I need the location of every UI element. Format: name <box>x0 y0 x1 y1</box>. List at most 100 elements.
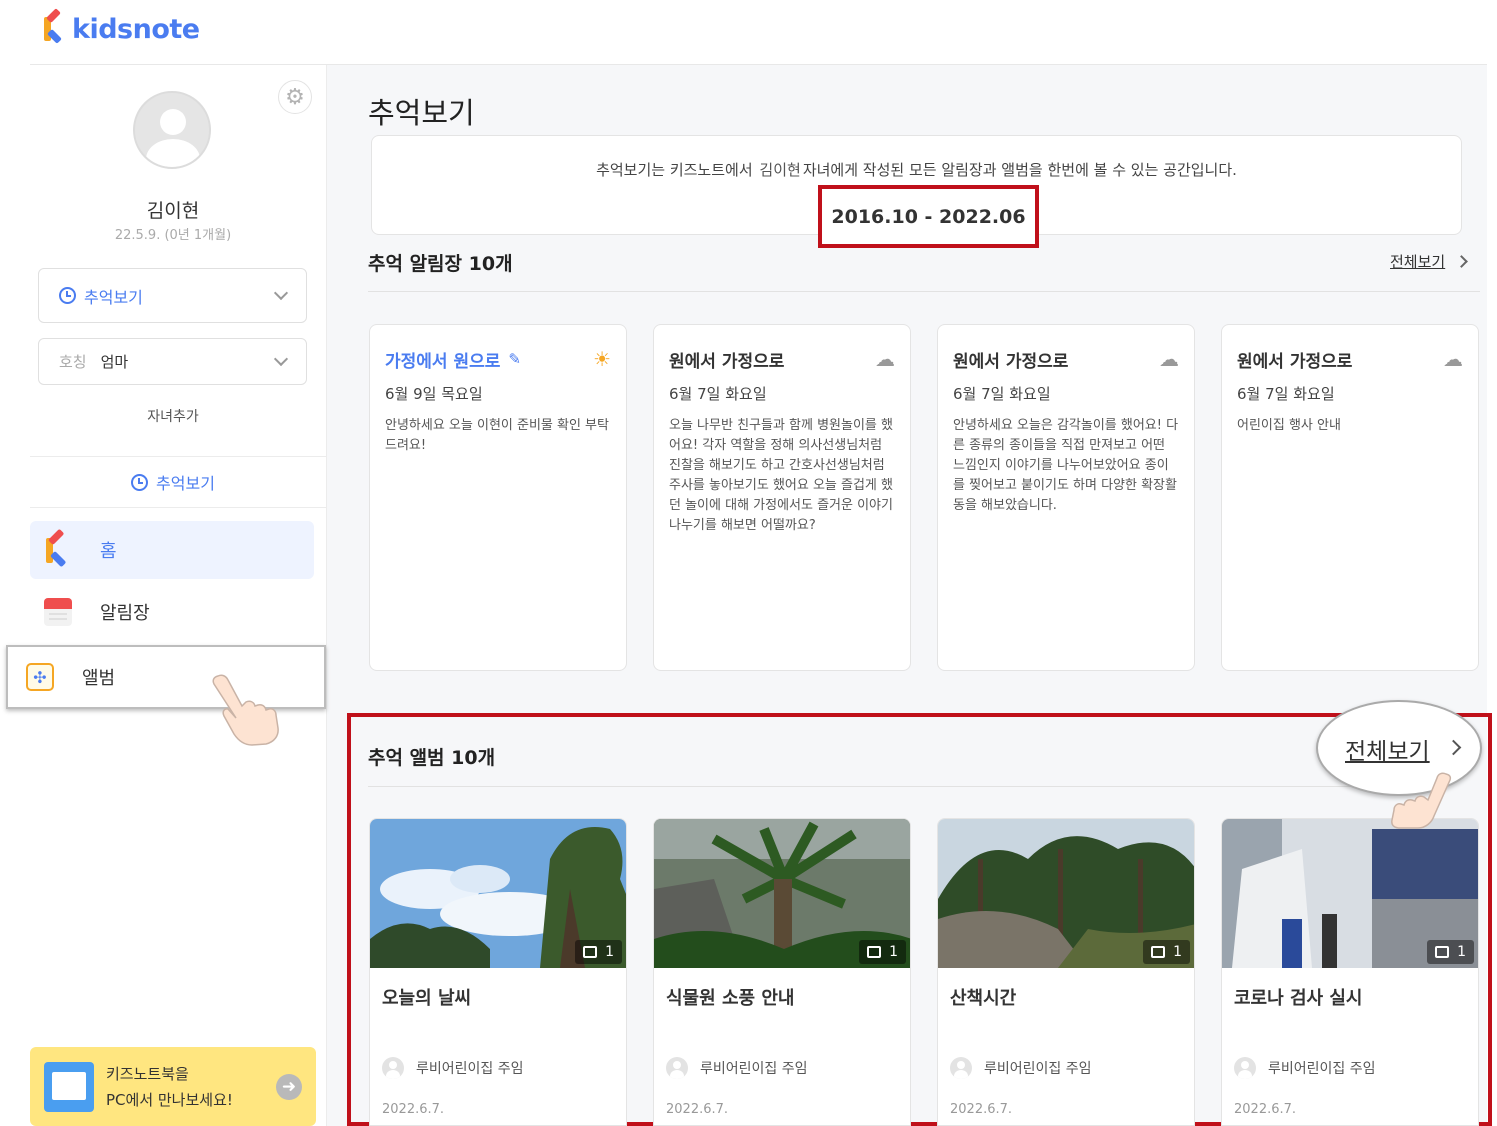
page-title: 추억보기 <box>368 96 475 130</box>
banner-line-1: 키즈노트북을 <box>106 1064 189 1083</box>
intro-child-name: 김이현 <box>759 161 801 179</box>
arrow-right-icon: ➜ <box>276 1074 302 1100</box>
album-card[interactable]: 1 식물원 소풍 안내 루비어린이집 주임 2022.6.7. <box>653 818 911 1126</box>
album-pinwheel-icon: ✣ <box>26 663 54 691</box>
notice-date: 6월 7일 화요일 <box>1237 385 1335 403</box>
notice-body: 안녕하세요 오늘은 감각놀이를 했어요! 다른 종류의 종이들을 직접 만져보고… <box>953 418 1179 513</box>
notice-date: 6월 9일 목요일 <box>385 385 483 403</box>
sun-icon: ☀ <box>593 347 611 371</box>
photo-count: 1 <box>889 944 898 960</box>
sidebar-item-notice[interactable]: 알림장 <box>30 583 314 641</box>
title-select[interactable]: 호칭 엄마 <box>38 338 307 385</box>
notice-card[interactable]: 가정에서 원으로 ✎ ☀ 6월 9일 목요일 안녕하세요 오늘 이현이 준비물 … <box>369 324 627 671</box>
sidebar-divider-1 <box>30 456 326 457</box>
cloud-icon: ☁ <box>1159 347 1179 371</box>
notice-date: 6월 7일 화요일 <box>953 385 1051 403</box>
sidebar-item-label: 홈 <box>100 541 117 562</box>
album-section-title: 추억 앨범 10개 <box>368 747 496 769</box>
notice-divider <box>368 291 1480 292</box>
kidsnote-book-banner[interactable]: 키즈노트북을 PC에서 만나보세요! ➜ <box>30 1047 316 1126</box>
photo-count-badge: 1 <box>1427 940 1474 964</box>
add-child-link[interactable]: 자녀추가 <box>30 406 316 426</box>
kidsnote-k-icon <box>42 8 68 44</box>
child-birth: 22.5.9. (0년 1개월) <box>114 228 232 243</box>
album-author: 루비어린이집 주임 <box>382 1057 524 1079</box>
notice-date: 6월 7일 화요일 <box>669 385 767 403</box>
gear-icon: ⚙ <box>285 84 305 110</box>
image-icon <box>583 946 598 958</box>
photo-count: 1 <box>605 944 614 960</box>
album-author-name: 루비어린이집 주임 <box>700 1061 808 1077</box>
album-photo: 1 <box>654 819 910 968</box>
clock-icon <box>59 287 76 304</box>
clock-icon <box>131 473 149 491</box>
notice-section-title: 추억 알림장 10개 <box>368 253 513 275</box>
chevron-down-icon <box>273 285 289 300</box>
banner-line-2: PC에서 만나보세요! <box>106 1090 233 1109</box>
avatar <box>1234 1057 1256 1079</box>
album-card[interactable]: 1 코로나 검사 실시 루비어린이집 주임 2022.6.7. <box>1221 818 1479 1126</box>
mode-select[interactable]: 추억보기 <box>38 268 307 323</box>
avatar <box>666 1057 688 1079</box>
title-select-sub: 호칭 <box>59 353 87 371</box>
top-header: kidsnote <box>0 0 1497 64</box>
kidsnote-logo[interactable]: kidsnote <box>42 8 200 46</box>
album-date: 2022.6.7. <box>382 1102 445 1117</box>
photo-count: 1 <box>1457 944 1466 960</box>
album-card[interactable]: 1 산책시간 루비어린이집 주임 2022.6.7. <box>937 818 1195 1126</box>
notice-body: 오늘 나무반 친구들과 함께 병원놀이를 했어요! 각자 역할을 정해 의사선생… <box>669 418 893 533</box>
album-author-name: 루비어린이집 주임 <box>984 1061 1092 1077</box>
sidebar-item-home[interactable]: 홈 <box>30 521 314 579</box>
album-photo: 1 <box>1222 819 1478 968</box>
memory-view-link[interactable]: 추억보기 <box>30 470 316 494</box>
book-icon <box>44 1061 94 1112</box>
date-range: 2016.10 - 2022.06 <box>818 185 1039 248</box>
pointing-hand-icon <box>1391 772 1452 829</box>
album-author-name: 루비어린이집 주임 <box>1268 1061 1376 1077</box>
kidsnote-k-icon <box>44 528 72 568</box>
notice-direction: 원에서 가정으로 <box>669 351 785 372</box>
album-card[interactable]: 1 오늘의 날씨 루비어린이집 주임 2022.6.7. <box>369 818 627 1126</box>
cloud-icon: ☁ <box>875 347 895 371</box>
avatar <box>382 1057 404 1079</box>
album-author-name: 루비어린이집 주임 <box>416 1061 524 1077</box>
album-author: 루비어린이집 주임 <box>1234 1057 1376 1079</box>
image-icon <box>867 946 882 958</box>
album-photo: 1 <box>938 819 1194 968</box>
photo-count-badge: 1 <box>859 940 906 964</box>
memory-view-label: 추억보기 <box>156 474 215 493</box>
intro-text: 추억보기는 키즈노트에서 김이현 자녀에게 작성된 모든 알림장과 앨범을 한번에… <box>371 159 1462 180</box>
notice-card[interactable]: 원에서 가정으로 ☁ 6월 7일 화요일 오늘 나무반 친구들과 함께 병원놀이… <box>653 324 911 671</box>
sidebar-divider-2 <box>30 507 326 508</box>
album-date: 2022.6.7. <box>1234 1102 1297 1117</box>
pointing-hand-icon <box>212 674 279 746</box>
notice-card[interactable]: 원에서 가정으로 ☁ 6월 7일 화요일 안녕하세요 오늘은 감각놀이를 했어요… <box>937 324 1195 671</box>
album-author: 루비어린이집 주임 <box>666 1057 808 1079</box>
album-author: 루비어린이집 주임 <box>950 1057 1092 1079</box>
image-icon <box>1151 946 1166 958</box>
cloud-icon: ☁ <box>1443 347 1463 371</box>
album-title: 산책시간 <box>950 988 1017 1009</box>
notice-see-all-link[interactable]: 전체보기 <box>1390 251 1445 272</box>
photo-count-badge: 1 <box>575 940 622 964</box>
mode-select-label: 추억보기 <box>84 287 143 307</box>
album-photo: 1 <box>370 819 626 968</box>
notice-direction: 가정에서 원으로 <box>385 351 501 372</box>
settings-button[interactable]: ⚙ <box>278 80 312 114</box>
album-date: 2022.6.7. <box>666 1102 729 1117</box>
image-icon <box>1435 946 1450 958</box>
title-select-value: 엄마 <box>100 353 129 371</box>
album-title: 오늘의 날씨 <box>382 988 472 1009</box>
album-date: 2022.6.7. <box>950 1102 1013 1117</box>
album-see-all-link[interactable]: 전체보기 <box>1345 732 1430 766</box>
notice-direction: 원에서 가정으로 <box>953 351 1069 372</box>
photo-count-badge: 1 <box>1143 940 1190 964</box>
notice-direction: 원에서 가정으로 <box>1237 351 1353 372</box>
chevron-down-icon <box>273 351 289 366</box>
calendar-icon <box>44 598 72 626</box>
sidebar-item-label: 앨범 <box>82 668 116 689</box>
notice-card[interactable]: 원에서 가정으로 ☁ 6월 7일 화요일 어린이집 행사 안내 <box>1221 324 1479 671</box>
parent-edit-icon: ✎ <box>508 350 521 368</box>
intro-prefix: 추억보기는 키즈노트에서 <box>596 161 753 179</box>
sidebar-divider <box>326 65 327 1126</box>
